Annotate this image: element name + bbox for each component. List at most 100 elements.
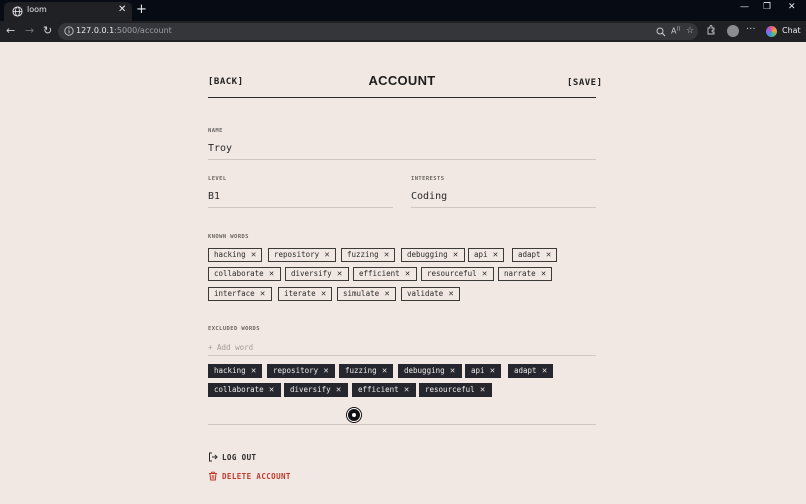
remove-icon[interactable]: ✕ [493, 251, 499, 259]
reload-icon[interactable]: ↻ [43, 24, 52, 37]
known-word-chip[interactable]: iterate ✕ [278, 287, 333, 301]
browser-tab-strip: loom ✕ + — ❐ ✕ [0, 0, 806, 21]
close-window-button[interactable]: ✕ [788, 2, 796, 12]
interests-underline [411, 207, 596, 208]
excluded-word-chip[interactable]: collaborate ✕ [208, 383, 281, 397]
remove-icon[interactable]: ✕ [251, 367, 257, 375]
known-words-label: KNOWN WORDS [208, 234, 249, 240]
known-word-chip[interactable]: interface ✕ [208, 287, 272, 301]
favorite-star-icon[interactable]: ☆ [686, 26, 694, 36]
remove-icon[interactable]: ✕ [450, 367, 456, 375]
known-word-chip[interactable]: hacking ✕ [208, 248, 263, 262]
remove-icon[interactable]: ✕ [480, 386, 486, 394]
back-button[interactable]: [BACK] [208, 77, 244, 87]
forward-arrow-icon[interactable]: → [25, 24, 34, 37]
name-underline [208, 159, 596, 160]
known-word-chip[interactable]: fuzzing ✕ [341, 248, 396, 262]
known-word-chip[interactable]: diversify ✕ [285, 267, 349, 281]
remove-icon[interactable]: ✕ [448, 290, 454, 298]
excluded-word-chip[interactable]: debugging ✕ [398, 364, 462, 378]
remove-icon[interactable]: ✕ [453, 251, 459, 259]
remove-icon[interactable]: ✕ [384, 290, 390, 298]
remove-icon[interactable]: ✕ [542, 367, 548, 375]
chip-text: resourceful [427, 269, 477, 278]
trash-icon [209, 471, 217, 481]
excluded-word-chip[interactable]: adapt ✕ [508, 364, 554, 378]
excluded-words-label: EXCLUDED WORDS [208, 326, 260, 332]
chip-text: hacking [214, 250, 246, 259]
remove-icon[interactable]: ✕ [546, 251, 552, 259]
excluded-word-chip[interactable]: repository ✕ [267, 364, 336, 378]
known-word-chip[interactable]: api ✕ [468, 248, 505, 262]
zoom-icon[interactable] [656, 27, 666, 37]
remove-icon[interactable]: ✕ [324, 251, 330, 259]
remove-icon[interactable]: ✕ [336, 386, 342, 394]
browser-tab[interactable]: loom ✕ [4, 2, 132, 21]
chip-text: api [471, 366, 485, 375]
extensions-icon[interactable] [706, 25, 716, 35]
excluded-word-chip[interactable]: efficient ✕ [352, 383, 416, 397]
excluded-word-chip[interactable]: fuzzing ✕ [339, 364, 394, 378]
chip-text: debugging [404, 366, 445, 375]
excluded-word-chip[interactable]: resourceful ✕ [419, 383, 492, 397]
level-field[interactable]: B1 [208, 191, 220, 202]
excluded-word-chip[interactable]: hacking ✕ [208, 364, 263, 378]
remove-icon[interactable]: ✕ [269, 270, 275, 278]
known-word-chip[interactable]: narrate ✕ [498, 267, 553, 281]
name-field[interactable]: Troy [208, 143, 232, 154]
chat-label: Chat [782, 26, 801, 35]
excluded-word-chip[interactable]: diversify ✕ [284, 383, 348, 397]
remove-icon[interactable]: ✕ [541, 270, 547, 278]
logout-label: LOG OUT [222, 453, 257, 462]
known-word-chip[interactable]: repository ✕ [268, 248, 337, 262]
restore-button[interactable]: ❐ [763, 2, 771, 12]
remove-icon[interactable]: ✕ [269, 386, 275, 394]
globe-icon [12, 6, 23, 17]
minimize-button[interactable]: — [740, 2, 749, 12]
profile-avatar-icon[interactable] [727, 25, 739, 37]
browser-toolbar: ← → ↻ 127.0.0.1:5000/account A)) ☆ ··· C… [0, 21, 806, 42]
site-info-icon[interactable] [64, 26, 74, 36]
url-path: :5000/account [114, 26, 172, 35]
known-word-chip[interactable]: simulate ✕ [337, 287, 396, 301]
remove-icon[interactable]: ✕ [251, 251, 257, 259]
known-word-chip[interactable]: collaborate ✕ [208, 267, 281, 281]
new-tab-button[interactable]: + [136, 2, 147, 17]
known-word-chip[interactable]: resourceful ✕ [421, 267, 494, 281]
chip-text: efficient [359, 269, 400, 278]
known-word-chip[interactable]: efficient ✕ [353, 267, 417, 281]
remove-icon[interactable]: ✕ [321, 290, 327, 298]
chip-text: narrate [504, 269, 536, 278]
account-page: [BACK] ACCOUNT [SAVE] NAME Troy LEVEL B1… [0, 42, 806, 504]
page-title: ACCOUNT [368, 73, 436, 88]
known-word-chip[interactable]: validate ✕ [401, 287, 460, 301]
chip-text: adapt [518, 250, 541, 259]
chip-text: api [474, 250, 488, 259]
mouse-cursor-indicator [347, 408, 361, 422]
chip-text: resourceful [425, 385, 475, 394]
save-button[interactable]: [SAVE] [567, 78, 603, 88]
back-arrow-icon[interactable]: ← [6, 24, 15, 37]
remove-icon[interactable]: ✕ [260, 290, 266, 298]
tab-title: loom [27, 5, 47, 14]
remove-icon[interactable]: ✕ [337, 270, 343, 278]
more-menu-icon[interactable]: ··· [746, 24, 756, 35]
interests-field[interactable]: Coding [411, 191, 447, 202]
read-aloud-icon[interactable]: A)) [671, 26, 680, 36]
address-bar[interactable]: 127.0.0.1:5000/account A)) ☆ [58, 23, 698, 40]
remove-icon[interactable]: ✕ [405, 270, 411, 278]
add-word-input[interactable]: + Add word [208, 343, 253, 352]
section-divider [208, 424, 596, 425]
chat-button[interactable]: Chat [764, 24, 802, 39]
known-word-chip[interactable]: debugging ✕ [401, 248, 465, 262]
chip-text: fuzzing [345, 366, 377, 375]
remove-icon[interactable]: ✕ [382, 367, 388, 375]
remove-icon[interactable]: ✕ [490, 367, 496, 375]
known-word-chip[interactable]: adapt ✕ [512, 248, 558, 262]
remove-icon[interactable]: ✕ [323, 367, 329, 375]
remove-icon[interactable]: ✕ [482, 270, 488, 278]
remove-icon[interactable]: ✕ [384, 251, 390, 259]
excluded-word-chip[interactable]: api ✕ [465, 364, 502, 378]
remove-icon[interactable]: ✕ [404, 386, 410, 394]
tab-close-icon[interactable]: ✕ [118, 4, 126, 15]
